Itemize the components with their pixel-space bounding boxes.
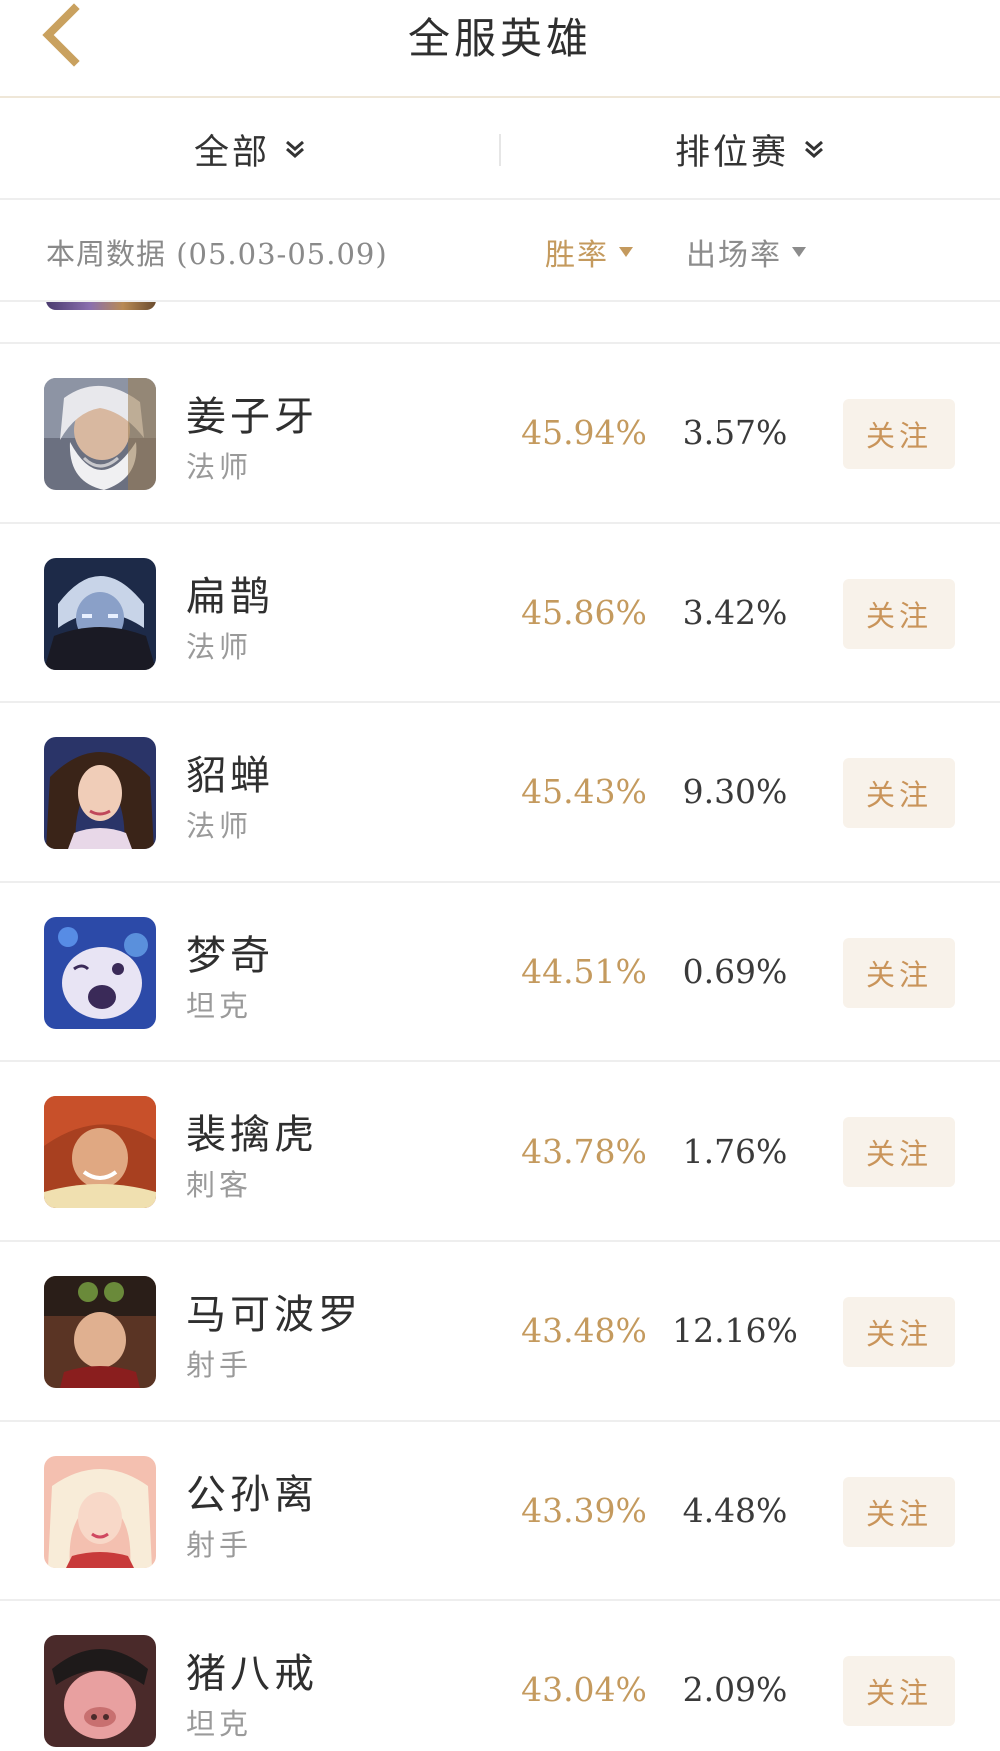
hero-rank-page: 全服英雄 全部 排位赛 本周数据 (05.03-05.09) 胜率 出场率 姜子… (0, 0, 1000, 1751)
hero-row[interactable]: 梦奇 坦克 44.51% 0.69% 关注 (0, 883, 1000, 1063)
hero-row[interactable]: 姜子牙 法师 45.94% 3.57% 关注 (0, 344, 1000, 524)
sort-by-pick-rate[interactable]: 出场率 (686, 202, 806, 302)
hero-name: 马可波罗 (186, 1291, 362, 1338)
hero-row[interactable]: 裴擒虎 刺客 43.78% 1.76% 关注 (0, 1062, 1000, 1242)
hero-win-rate: 43.39% (521, 1490, 647, 1530)
hero-name: 猪八戒 (186, 1651, 318, 1698)
hero-role: 坦克 (186, 1707, 253, 1742)
sort-win-label: 胜率 (545, 238, 609, 273)
hero-pick-rate: 4.48% (682, 1490, 788, 1530)
follow-button[interactable]: 关注 (843, 1476, 955, 1547)
filter-bar: 全部 排位赛 (0, 100, 1000, 200)
hero-avatar (44, 916, 156, 1029)
hero-win-rate: 43.04% (521, 1670, 647, 1710)
hero-pick-rate: 0.69% (682, 952, 788, 992)
hero-avatar (46, 302, 156, 310)
hero-win-rate: 45.94% (521, 413, 647, 453)
hero-pick-rate: 2.09% (682, 1670, 788, 1710)
double-chevron-down-icon (805, 140, 823, 158)
hero-avatar (44, 737, 156, 850)
hero-pick-rate: 3.42% (682, 592, 788, 632)
hero-avatar (44, 1455, 156, 1568)
hero-row[interactable]: 扁鹊 法师 45.86% 3.42% 关注 (0, 524, 1000, 704)
hero-name: 裴擒虎 (186, 1112, 318, 1159)
hero-role: 刺客 (186, 1168, 253, 1203)
hero-row[interactable]: 猪八戒 坦克 43.04% 2.09% 关注 (0, 1601, 1000, 1751)
hero-avatar (44, 1096, 156, 1209)
hero-row[interactable]: 貂蝉 法师 45.43% 9.30% 关注 (0, 703, 1000, 883)
mode-filter-label: 排位赛 (674, 132, 789, 173)
hero-avatar (44, 1275, 156, 1388)
stats-header: 本周数据 (05.03-05.09) 胜率 出场率 (0, 202, 1000, 302)
double-chevron-down-icon (286, 140, 304, 158)
hero-list: 姜子牙 法师 45.94% 3.57% 关注 扁鹊 法师 45.86% 3.42… (0, 344, 1000, 1751)
hero-pick-rate: 1.76% (682, 1131, 788, 1171)
hero-name: 貂蝉 (186, 753, 274, 800)
hero-avatar (44, 557, 156, 670)
follow-button[interactable]: 关注 (843, 937, 955, 1008)
hero-role: 坦克 (186, 988, 253, 1023)
sort-caret-icon (792, 247, 806, 257)
follow-button[interactable]: 关注 (843, 1117, 955, 1188)
follow-button[interactable]: 关注 (843, 1296, 955, 1367)
sort-play-label: 出场率 (686, 238, 782, 273)
hero-name: 公孙离 (186, 1471, 318, 1518)
sort-caret-icon (619, 247, 633, 257)
follow-button[interactable]: 关注 (843, 399, 955, 469)
hero-avatar (44, 1635, 156, 1748)
hero-pick-rate: 9.30% (682, 772, 788, 812)
hero-row[interactable]: 公孙离 射手 43.39% 4.48% 关注 (0, 1422, 1000, 1602)
hero-win-rate: 43.48% (521, 1311, 647, 1351)
hero-role: 法师 (186, 629, 253, 664)
hero-win-rate: 43.78% (521, 1131, 647, 1171)
partial-hero-row (0, 302, 1000, 344)
hero-win-rate: 44.51% (521, 952, 647, 992)
top-nav-bar: 全服英雄 (0, 0, 1000, 98)
week-range-label: 本周数据 (05.03-05.09) (46, 237, 388, 271)
follow-button[interactable]: 关注 (843, 578, 955, 649)
hero-win-rate: 45.43% (521, 772, 647, 812)
hero-name: 梦奇 (186, 932, 274, 979)
hero-pick-rate: 12.16% (672, 1311, 798, 1351)
hero-pick-rate: 3.57% (682, 413, 788, 453)
hero-role: 法师 (186, 809, 253, 844)
mode-filter-dropdown[interactable]: 排位赛 (500, 100, 1000, 198)
hero-row[interactable]: 马可波罗 射手 43.48% 12.16% 关注 (0, 1242, 1000, 1422)
category-filter-label: 全部 (193, 132, 270, 173)
hero-win-rate: 45.86% (521, 592, 647, 632)
hero-role: 法师 (186, 450, 253, 484)
category-filter-dropdown[interactable]: 全部 (0, 100, 500, 198)
filter-divider (499, 134, 501, 166)
hero-role: 射手 (186, 1527, 253, 1562)
page-title: 全服英雄 (407, 13, 592, 63)
hero-role: 射手 (186, 1347, 253, 1382)
hero-avatar (44, 378, 156, 490)
hero-name: 扁鹊 (186, 573, 274, 620)
follow-button[interactable]: 关注 (843, 1656, 955, 1727)
hero-name: 姜子牙 (186, 394, 318, 440)
sort-by-win-rate[interactable]: 胜率 (545, 202, 633, 302)
follow-button[interactable]: 关注 (843, 758, 955, 829)
